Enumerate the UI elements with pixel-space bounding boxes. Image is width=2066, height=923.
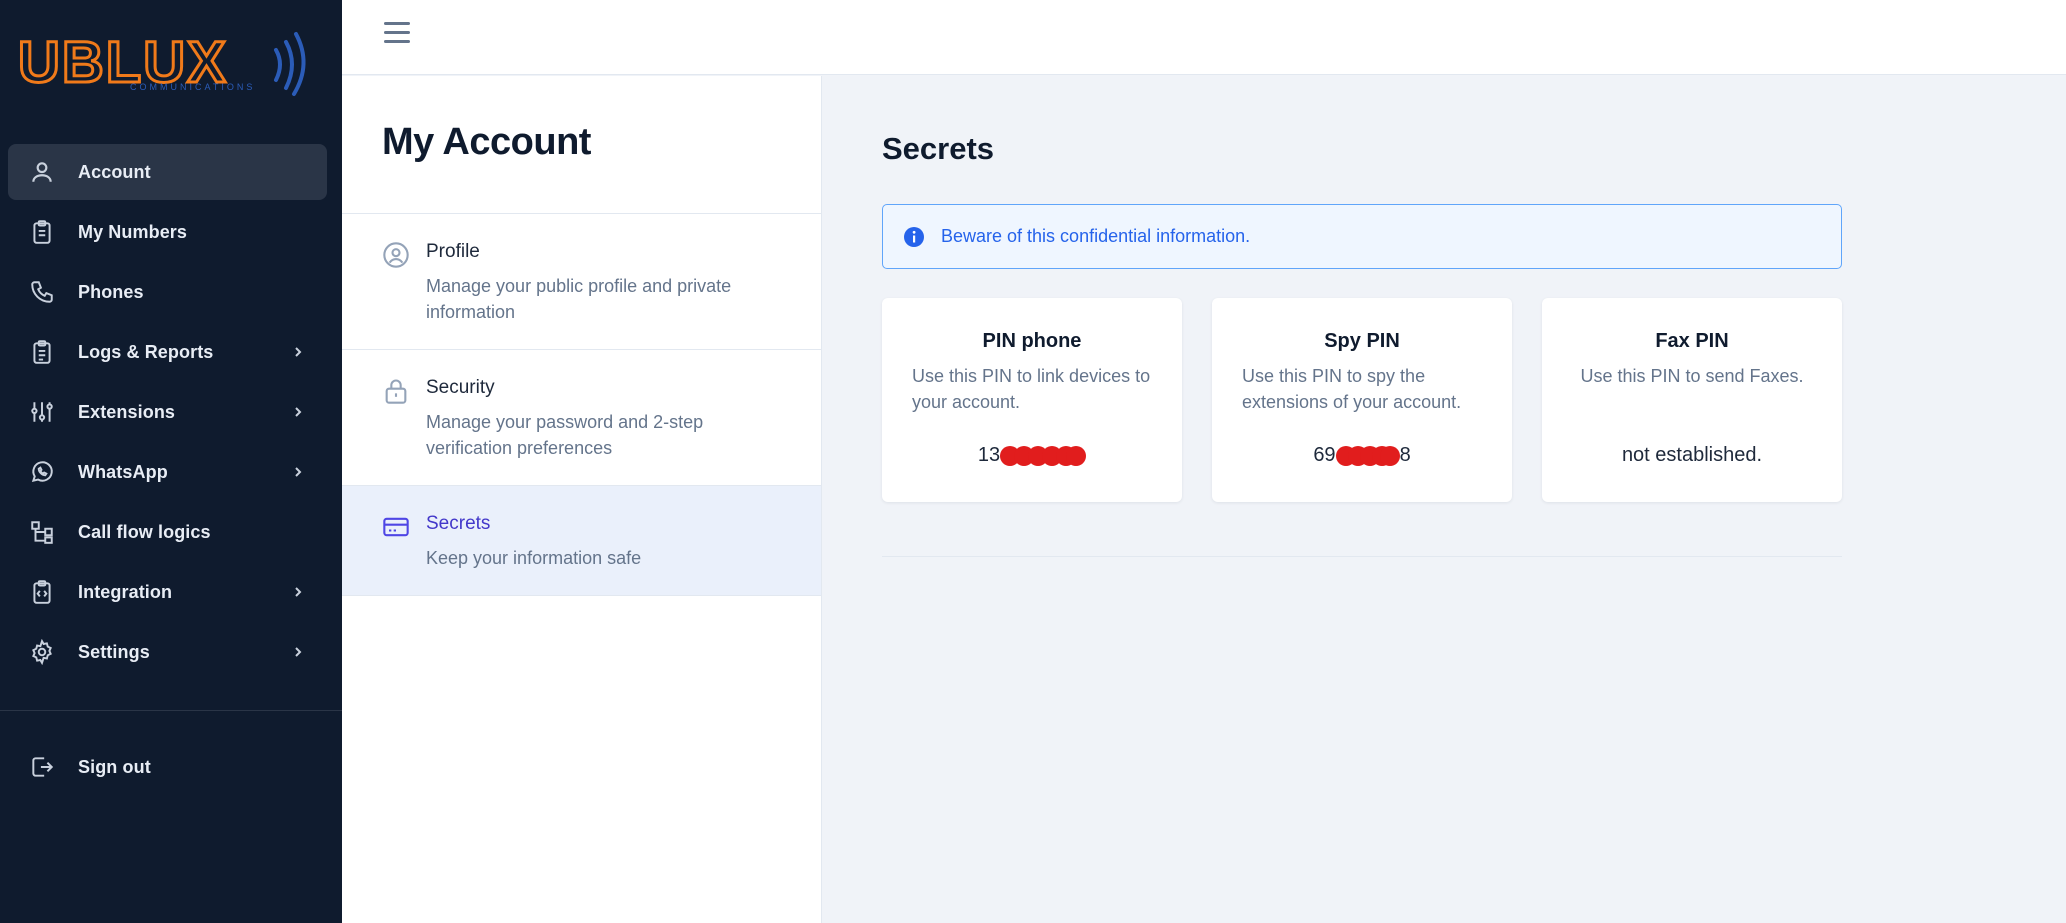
sidebar-item-label: Logs & Reports bbox=[78, 341, 214, 362]
sidebar-item-label: Call flow logics bbox=[78, 521, 211, 542]
sidebar-item-label: My Numbers bbox=[78, 221, 188, 242]
info-icon bbox=[904, 226, 924, 247]
phone-icon bbox=[28, 278, 56, 306]
card-description: Use this PIN to spy the extensions of yo… bbox=[1242, 366, 1462, 412]
sign-out-label: Sign out bbox=[78, 756, 151, 777]
sidebar-nav: Account My Numbers Phones Logs & Reports bbox=[0, 144, 342, 684]
pin-card-phone: PIN phone Use this PIN to link devices t… bbox=[882, 298, 1182, 502]
credit-card-icon bbox=[383, 517, 409, 537]
menu-item-title: Profile bbox=[426, 241, 480, 262]
gear-icon bbox=[28, 638, 56, 666]
lock-icon bbox=[385, 379, 407, 404]
sidebar-item-extensions[interactable]: Extensions bbox=[8, 384, 327, 440]
sidebar-item-label: Settings bbox=[78, 641, 150, 662]
sliders-icon bbox=[28, 398, 56, 426]
user-circle-icon bbox=[383, 242, 409, 268]
sidebar-item-label: Integration bbox=[78, 581, 173, 602]
sidebar-item-settings[interactable]: Settings bbox=[8, 624, 327, 680]
menu-item-title: Secrets bbox=[426, 513, 491, 534]
sidebar-divider bbox=[0, 710, 342, 711]
redaction-mark bbox=[1000, 445, 1087, 466]
page-title: My Account bbox=[382, 121, 591, 163]
sidebar-item-label: Extensions bbox=[78, 401, 176, 422]
ublux-logo[interactable]: UBLUX COMMUNICATIONS bbox=[17, 22, 318, 102]
pin-card-fax: Fax PIN Use this PIN to send Faxes. not … bbox=[1542, 298, 1842, 502]
pin-card-spy: Spy PIN Use this PIN to spy the extensio… bbox=[1212, 298, 1512, 502]
chevron-right-icon bbox=[295, 407, 302, 417]
pin-value: 13 bbox=[882, 444, 1182, 467]
pin-value-visible: 69 bbox=[1313, 444, 1336, 466]
account-menu-item-secrets[interactable]: Secrets Keep your information safe bbox=[342, 486, 821, 596]
top-bar bbox=[342, 0, 2066, 75]
menu-item-description: Keep your information safe bbox=[426, 548, 642, 568]
sign-out-button[interactable]: Sign out bbox=[8, 739, 327, 795]
clipboard-icon bbox=[28, 218, 56, 246]
card-title: PIN phone bbox=[982, 330, 1082, 352]
info-alert: Beware of this confidential information. bbox=[882, 204, 1842, 269]
flow-icon bbox=[28, 518, 56, 546]
chevron-right-icon bbox=[295, 347, 302, 357]
sidebar-item-label: WhatsApp bbox=[78, 461, 168, 482]
account-menu-item-security[interactable]: Security Manage your password and 2-step… bbox=[342, 350, 821, 486]
sidebar-item-my-numbers[interactable]: My Numbers bbox=[8, 204, 327, 260]
sidebar-signout: Sign out bbox=[8, 739, 327, 795]
menu-item-description: Manage your password and 2-step verifica… bbox=[426, 412, 704, 458]
section-title: Secrets bbox=[882, 131, 995, 166]
menu-item-title: Security bbox=[426, 377, 495, 398]
chevron-right-icon bbox=[295, 587, 302, 597]
secrets-content: Secrets Beware of this confidential info… bbox=[822, 76, 2066, 923]
sign-out-icon bbox=[28, 753, 56, 781]
sidebar-item-integration[interactable]: Integration bbox=[8, 564, 327, 620]
account-menu: Profile Manage your public profile and p… bbox=[342, 213, 821, 596]
card-description: Use this PIN to link devices to your acc… bbox=[912, 366, 1151, 412]
alert-text: Beware of this confidential information. bbox=[941, 226, 1251, 246]
pin-value: not established. bbox=[1621, 444, 1763, 466]
sidebar-item-logs-reports[interactable]: Logs & Reports bbox=[8, 324, 327, 380]
pin-value-visible: 13 bbox=[977, 444, 1001, 466]
chevron-right-icon bbox=[295, 467, 302, 477]
sidebar-item-phones[interactable]: Phones bbox=[8, 264, 327, 320]
menu-item-description: Manage your public profile and private i… bbox=[426, 276, 732, 322]
sidebar-item-call-flow-logics[interactable]: Call flow logics bbox=[8, 504, 327, 560]
content-divider bbox=[882, 556, 1842, 557]
pin-cards: PIN phone Use this PIN to link devices t… bbox=[882, 298, 1842, 502]
card-title: Spy PIN bbox=[1324, 330, 1400, 352]
menu-toggle-icon[interactable] bbox=[384, 22, 410, 46]
sidebar-item-account[interactable]: Account bbox=[8, 144, 327, 200]
svg-text:COMMUNICATIONS: COMMUNICATIONS bbox=[130, 82, 255, 92]
card-title: Fax PIN bbox=[1655, 330, 1729, 352]
account-menu-panel: My Account Profile Manage your public pr… bbox=[342, 76, 822, 923]
sidebar-item-label: Account bbox=[78, 161, 151, 182]
pin-value: 69 8 bbox=[1212, 444, 1512, 467]
redaction-mark bbox=[1335, 445, 1400, 466]
pin-value-visible-end: 8 bbox=[1399, 444, 1411, 466]
clipboard-list-icon bbox=[28, 338, 56, 366]
sidebar-item-label: Phones bbox=[78, 281, 144, 302]
code-clipboard-icon bbox=[28, 578, 56, 606]
user-icon bbox=[28, 158, 56, 186]
sidebar: UBLUX COMMUNICATIONS Account My Numbers … bbox=[0, 0, 342, 923]
whatsapp-icon bbox=[28, 458, 56, 486]
account-menu-item-profile[interactable]: Profile Manage your public profile and p… bbox=[342, 214, 821, 350]
chevron-right-icon bbox=[295, 647, 302, 657]
sidebar-item-whatsapp[interactable]: WhatsApp bbox=[8, 444, 327, 500]
card-description: Use this PIN to send Faxes. bbox=[1580, 366, 1804, 386]
